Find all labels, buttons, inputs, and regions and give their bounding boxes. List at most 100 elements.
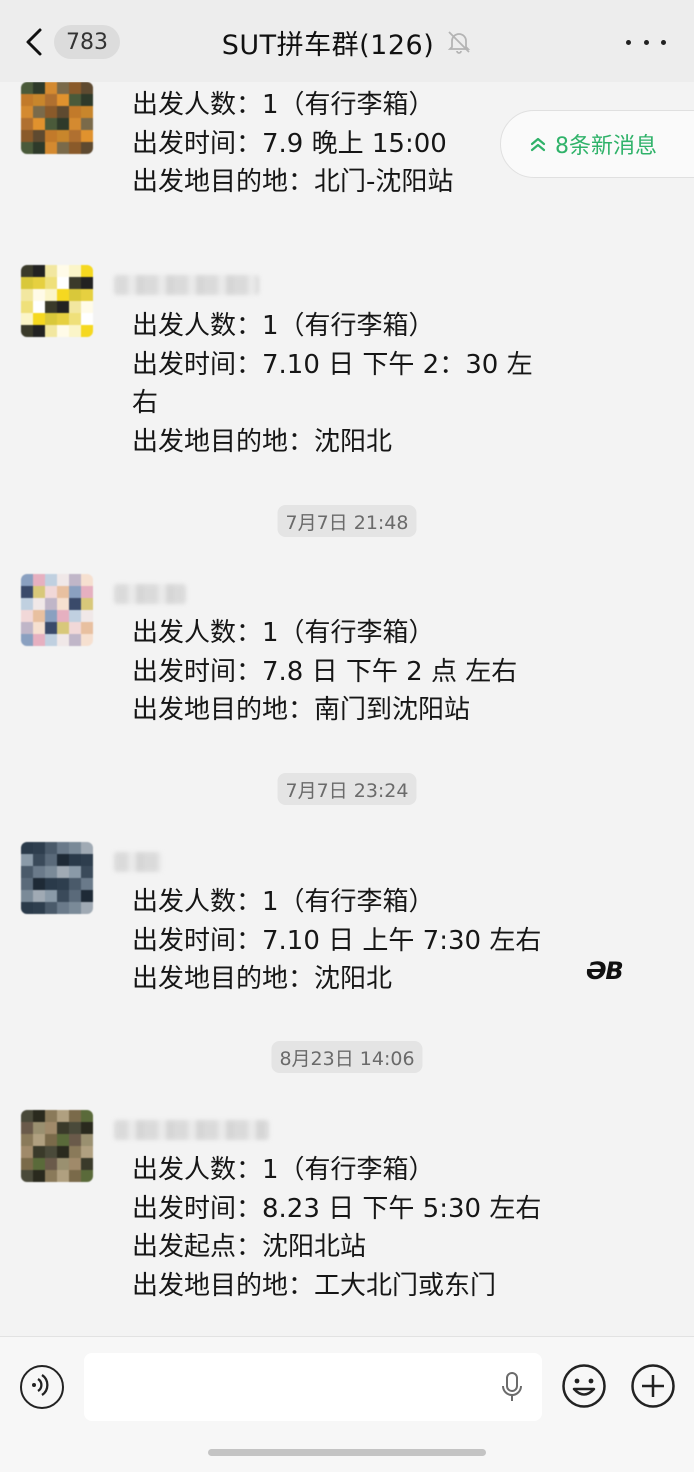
voice-icon [32, 1374, 49, 1396]
avatar-pixel [69, 313, 81, 325]
avatar-pixel [69, 1158, 81, 1170]
message-list[interactable]: 出发人数：1（有行李箱） 出发时间：7.9 晚上 15:00 出发地目的地：北门… [0, 82, 694, 1336]
avatar-pixel [69, 265, 81, 277]
avatar-pixel [81, 1146, 93, 1158]
message-text[interactable]: 出发人数：1（有行李箱） 出发时间：8.23 日 下午 5:30 左右 出发起点… [132, 1151, 541, 1305]
avatar-pixel [21, 289, 33, 301]
avatar-pixel [81, 301, 93, 313]
avatar-pixel [81, 634, 93, 646]
title-area: SUT拼车群(126) [0, 22, 694, 62]
avatar-pixel [69, 842, 81, 854]
avatar[interactable] [21, 1110, 93, 1182]
avatar-pixel [69, 574, 81, 586]
avatar-pixel [21, 574, 33, 586]
avatar-pixel [57, 866, 69, 878]
avatar-pixel [81, 130, 93, 142]
message-text[interactable]: 出发人数：1（有行李箱） 出发时间：7.10 日 上午 7:30 左右 出发地目… [132, 883, 541, 999]
mute-bell-icon [448, 31, 471, 54]
avatar-pixel [21, 866, 33, 878]
avatar-pixel [45, 301, 57, 313]
input-bar [0, 1336, 694, 1472]
message-input[interactable] [84, 1353, 542, 1421]
avatar-pixel [45, 622, 57, 634]
emoji-icon[interactable] [561, 1363, 607, 1409]
message-text[interactable]: 出发人数：1（有行李箱） 出发时间：7.10 日 下午 2：30 左 右 出发地… [132, 307, 533, 461]
avatar[interactable] [21, 82, 93, 154]
avatar-pixel [33, 94, 45, 106]
avatar-pixel [57, 325, 69, 337]
avatar-pixel [45, 118, 57, 130]
avatar[interactable] [21, 574, 93, 646]
avatar-pixel [57, 1110, 69, 1122]
avatar-pixel [33, 289, 45, 301]
avatar-pixel [45, 902, 57, 914]
avatar-pixel [69, 854, 81, 866]
avatar-pixel [69, 118, 81, 130]
partial-sticker[interactable]: ƏB [586, 957, 624, 985]
avatar-pixel [69, 610, 81, 622]
avatar-pixel [21, 106, 33, 118]
avatar-pixel [33, 1158, 45, 1170]
avatar-pixel [33, 574, 45, 586]
message-text[interactable]: 出发人数：1（有行李箱） 出发时间：7.9 晚上 15:00 出发地目的地：北门… [132, 86, 453, 202]
voice-button[interactable] [20, 1365, 64, 1409]
avatar-pixel [45, 130, 57, 142]
avatar-pixel [45, 878, 57, 890]
avatar-pixel [69, 598, 81, 610]
avatar-pixel [81, 574, 93, 586]
avatar-pixel [21, 1170, 33, 1182]
avatar-pixel [69, 289, 81, 301]
avatar-pixel [21, 94, 33, 106]
avatar[interactable] [21, 265, 93, 337]
avatar-pixel [33, 142, 45, 154]
avatar-pixel [69, 301, 81, 313]
avatar-pixel [57, 1146, 69, 1158]
chat-title: SUT拼车群(126) [221, 29, 435, 61]
avatar-pixel [69, 866, 81, 878]
avatar-pixel [81, 1134, 93, 1146]
avatar-pixel [81, 313, 93, 325]
avatar-pixel [45, 574, 57, 586]
avatar-pixel [57, 1134, 69, 1146]
timestamp-chip: 8月23日 14:06 [271, 1041, 423, 1073]
avatar-pixel [45, 890, 57, 902]
avatar-pixel [69, 1146, 81, 1158]
microphone-icon[interactable] [500, 1371, 524, 1403]
avatar-pixel [45, 1122, 57, 1134]
sender-name-blurred [114, 275, 259, 295]
message-text[interactable]: 出发人数：1（有行李箱） 出发时间：7.8 日 下午 2 点 左右 出发地目的地… [132, 614, 517, 730]
avatar-pixel [33, 1134, 45, 1146]
avatar-pixel [33, 1110, 45, 1122]
avatar-pixel [45, 265, 57, 277]
avatar-pixel [21, 842, 33, 854]
avatar-pixel [21, 130, 33, 142]
avatar-pixel [45, 586, 57, 598]
avatar-pixel [45, 94, 57, 106]
avatar-pixel [33, 1146, 45, 1158]
avatar-pixel [33, 634, 45, 646]
avatar-pixel [81, 1110, 93, 1122]
plus-icon[interactable] [630, 1363, 676, 1409]
avatar-pixel [21, 313, 33, 325]
home-indicator[interactable] [208, 1449, 486, 1456]
more-button[interactable] [626, 28, 666, 56]
avatar-pixel [45, 106, 57, 118]
avatar-pixel [69, 277, 81, 289]
avatar-pixel [45, 142, 57, 154]
sender-name-blurred [114, 584, 186, 604]
avatar-pixel [57, 902, 69, 914]
avatar-pixel [69, 106, 81, 118]
avatar-pixel [45, 854, 57, 866]
avatar-pixel [57, 82, 69, 94]
avatar-pixel [81, 106, 93, 118]
avatar-pixel [33, 842, 45, 854]
avatar-pixel [69, 1134, 81, 1146]
new-messages-button[interactable]: 8条新消息 [500, 110, 694, 178]
avatar-pixel [81, 878, 93, 890]
avatar-pixel [45, 598, 57, 610]
avatar-pixel [33, 622, 45, 634]
chat-header: 783 SUT拼车群(126) [0, 0, 694, 82]
avatar[interactable] [21, 842, 93, 914]
avatar-pixel [21, 301, 33, 313]
avatar-pixel [45, 1110, 57, 1122]
